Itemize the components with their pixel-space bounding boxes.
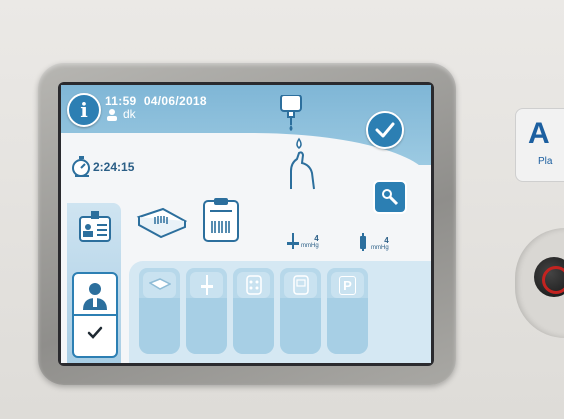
brand-logo-letter: A: [528, 117, 550, 150]
pressure-value-2: 4: [384, 236, 389, 245]
elapsed-time: 2:24:15: [93, 160, 135, 174]
step-bag-grid-tab: [233, 298, 274, 354]
operator-tab-divider: [74, 314, 116, 316]
pressure-unit-2: mmHg: [371, 245, 389, 251]
knob-indicator-ring: [542, 266, 564, 294]
operator-icon: [83, 283, 107, 310]
step-bag-display[interactable]: [280, 268, 321, 354]
tray-barcode-icon[interactable]: [135, 207, 187, 241]
time-value: 11:59: [105, 94, 137, 108]
bag-display-icon: [284, 272, 317, 298]
info-button[interactable]: i: [67, 93, 101, 127]
user-small-icon: [107, 108, 117, 121]
confirm-button[interactable]: [366, 111, 404, 149]
pressure-readout-2: 4 mmHg: [357, 233, 389, 251]
bag-icon: [280, 95, 302, 131]
operator-tab[interactable]: [72, 272, 118, 358]
info-icon: i: [80, 98, 88, 122]
id-badge-icon[interactable]: [77, 209, 113, 243]
operator-checkmark-icon: [87, 326, 103, 339]
bag-p-label: P: [339, 275, 356, 295]
checkmark-icon: [375, 122, 395, 138]
pressure-readout-1: 4 mmHg: [287, 233, 319, 249]
step-tray-tab: [139, 298, 180, 354]
chamber-pressure-icon: [360, 233, 366, 251]
step-tray[interactable]: [139, 268, 180, 354]
date-value: 04/06/2018: [143, 94, 207, 108]
step-bag-display-tab: [280, 298, 321, 354]
line-pressure-icon: [287, 233, 299, 249]
tray-icon: [143, 272, 176, 298]
needle-icon: [190, 272, 223, 298]
step-bag-p[interactable]: P: [327, 268, 368, 354]
step-bag-grid[interactable]: [233, 268, 274, 354]
tool-button[interactable]: [373, 180, 407, 214]
tool-icon: [382, 189, 399, 206]
user-name: dk: [123, 107, 136, 121]
step-bag-p-tab: [327, 298, 368, 354]
stopwatch-icon: [72, 156, 90, 177]
step-needle[interactable]: [186, 268, 227, 354]
pressure-unit-1: mmHg: [301, 243, 319, 249]
display: i 11:59 04/06/2018 dk 2:24:15 4 mmHg 4 m…: [61, 85, 431, 363]
clipboard-barcode-icon[interactable]: [200, 197, 242, 243]
current-user: dk: [105, 107, 136, 121]
datetime: 11:59 04/06/2018: [105, 94, 207, 108]
bag-grid-icon: [237, 272, 270, 298]
pressure-value-1: 4: [314, 234, 319, 243]
screen: i 11:59 04/06/2018 dk 2:24:15 4 mmHg 4 m…: [58, 82, 434, 366]
hand-drop-icon: [290, 137, 315, 190]
bag-p-icon: P: [331, 272, 364, 298]
step-needle-tab: [186, 298, 227, 354]
brand-logo-subtext: Pla: [538, 156, 553, 167]
